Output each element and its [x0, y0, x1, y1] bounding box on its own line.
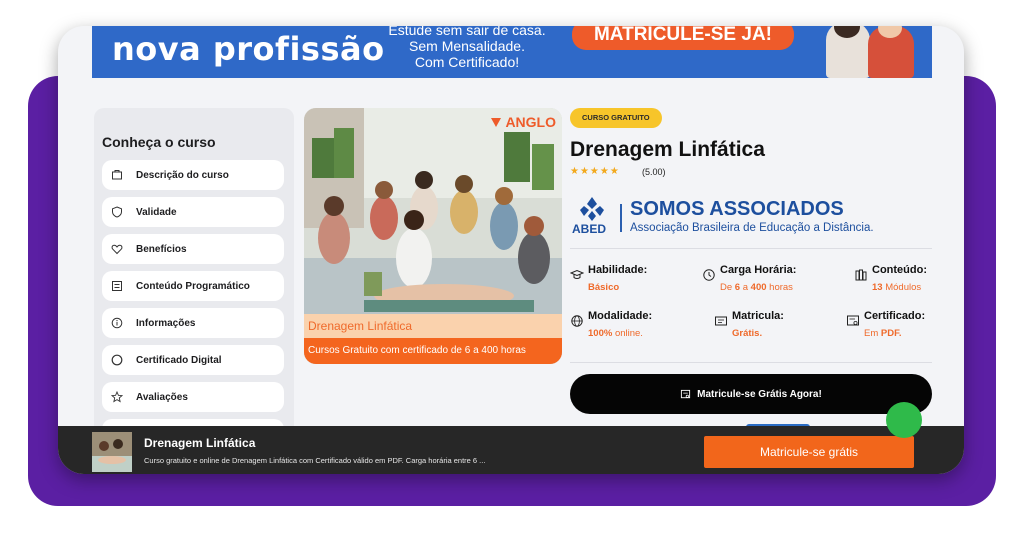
globe-icon [571, 315, 583, 327]
star-icon [108, 388, 126, 406]
enroll-free-button[interactable]: Matricule-se Grátis Agora! [570, 374, 932, 414]
heart-icon [108, 240, 126, 258]
clock-icon [703, 269, 715, 281]
abed-title: SOMOS ASSOCIADOS [630, 198, 844, 220]
abed-logo: ABED SOMOS ASSOCIADOS Associação Brasile… [570, 196, 940, 240]
graduation-cap-icon [570, 269, 584, 279]
info-value: Grátis. [732, 328, 762, 339]
certificate-icon [108, 351, 126, 369]
sidebar-title: Conheça o curso [102, 134, 216, 150]
books-icon [855, 269, 867, 281]
anglo-logo: ANGLO [489, 114, 556, 130]
info-title: Modalidade: [588, 310, 653, 322]
course-sidebar: Conheça o curso Descrição do curso Valid… [94, 108, 294, 439]
banner-subtext: Estude sem sair de casa. Sem Mensalidade… [382, 26, 552, 70]
sidebar-item-validade[interactable]: Validade [102, 197, 284, 227]
list-icon [108, 277, 126, 295]
banner-headline: nova profissão [112, 30, 385, 68]
info-value-bold: 400 [750, 282, 767, 293]
banner-sub-line: Sem Mensalidade. [409, 38, 525, 54]
info-value-part: horas [766, 282, 793, 293]
certificate-icon [681, 389, 691, 398]
stage: nova profissão Estude sem sair de casa. … [0, 0, 1024, 536]
info-value-part: Em [864, 328, 881, 339]
info-value-bold: PDF. [880, 328, 902, 339]
info-title: Conteúdo: [872, 264, 927, 276]
free-course-badge: CURSO GRATUITO [570, 108, 662, 128]
enroll-free-label: Matricule-se Grátis Agora! [697, 388, 822, 400]
info-value-part: online. [612, 328, 643, 339]
sidebar-item-label: Conteúdo Programático [136, 280, 250, 292]
course-title: Drenagem Linfática [570, 138, 765, 161]
info-value-bold: Grátis. [732, 328, 763, 339]
rating-value: (5.00) [642, 167, 666, 177]
id-card-icon [715, 316, 727, 326]
sidebar-item-informacoes[interactable]: Informações [102, 308, 284, 338]
info-value: De 6 a 400 horas [720, 282, 793, 293]
sidebar-item-label: Certificado Digital [136, 354, 222, 366]
sidebar-item-label: Descrição do curso [136, 169, 229, 181]
course-image-card[interactable]: ANGLO Drenagem Linfática Cursos Gratuito… [304, 108, 562, 364]
info-title: Matricula: [732, 310, 784, 322]
card-course-subtitle: Cursos Gratuito com certificado de 6 a 4… [304, 338, 562, 364]
info-value-bold: 100% [588, 328, 613, 339]
promo-banner[interactable]: nova profissão Estude sem sair de casa. … [92, 26, 932, 78]
info-value-bold: 13 [872, 282, 883, 293]
info-value-part: a [740, 282, 751, 293]
certificate-icon [847, 315, 859, 326]
sidebar-item-beneficios[interactable]: Benefícios [102, 234, 284, 264]
sidebar-item-conteudo[interactable]: Conteúdo Programático [102, 271, 284, 301]
sidebar-item-certificado[interactable]: Certificado Digital [102, 345, 284, 375]
divider [570, 362, 932, 363]
shield-icon [108, 203, 126, 221]
card-course-name: Drenagem Linfática [304, 314, 562, 338]
sticky-description: Curso gratuito e online de Drenagem Linf… [144, 456, 486, 465]
abed-separator [620, 204, 622, 232]
sticky-enroll-bar: Drenagem Linfática Curso gratuito e onli… [58, 426, 964, 474]
sidebar-item-label: Informações [136, 317, 196, 329]
sidebar-item-label: Benefícios [136, 243, 187, 255]
banner-sub-line: Com Certificado! [414, 54, 520, 70]
info-value-bold: Básico [588, 282, 620, 293]
abed-short: ABED [572, 222, 607, 236]
course-thumbnail [92, 432, 132, 472]
sidebar-item-label: Validade [136, 206, 177, 218]
rating-stars: ★★★★★ [570, 166, 620, 177]
anglo-brand: ANGLO [505, 114, 556, 130]
abed-subtitle: Associação Brasileira de Educação a Dist… [630, 222, 874, 234]
sticky-enroll-button[interactable]: Matricule-se grátis [704, 436, 914, 468]
info-value: 100% online. [588, 328, 643, 339]
info-value-part: De [720, 282, 735, 293]
sidebar-item-label: Avaliações [136, 391, 188, 403]
banner-sub-line: Estude sem sair de casa. [388, 26, 546, 38]
browser-window: nova profissão Estude sem sair de casa. … [58, 26, 964, 474]
info-title: Habilidade: [588, 264, 648, 276]
info-title: Carga Horária: [720, 264, 797, 276]
banner-cta-button[interactable]: MATRICULE-SE JÁ! [572, 26, 794, 50]
sticky-title: Drenagem Linfática [144, 436, 256, 450]
info-icon [108, 314, 126, 332]
abed-emblem-icon [580, 197, 604, 221]
sidebar-item-descricao[interactable]: Descrição do curso [102, 160, 284, 190]
info-title: Certificado: [864, 310, 926, 322]
info-value: Em PDF. [864, 328, 901, 339]
sidebar-item-avaliacoes[interactable]: Avaliações [102, 382, 284, 412]
whatsapp-icon[interactable] [886, 402, 922, 438]
banner-people-image [812, 26, 922, 78]
info-value-part: Módulos [882, 282, 922, 293]
book-icon [108, 166, 126, 184]
divider [570, 248, 932, 249]
info-value: 13 Módulos [872, 282, 921, 293]
info-value: Básico [588, 282, 619, 293]
